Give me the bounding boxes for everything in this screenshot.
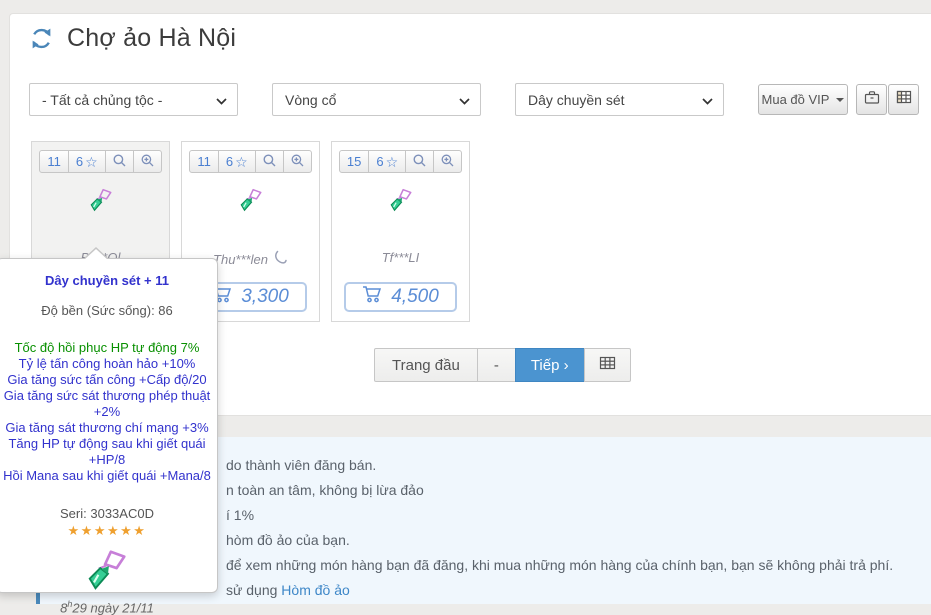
buy-vip-label: Mua đồ VIP bbox=[762, 92, 830, 107]
zoom-in-button[interactable] bbox=[433, 150, 462, 173]
price-value: 3,300 bbox=[241, 286, 289, 308]
info-line: sử dụng Hòm đồ ảo bbox=[226, 578, 921, 603]
item-tooltip: Dây chuyền sét + 11 Độ bền (Sức sống): 8… bbox=[0, 258, 218, 593]
card-toolbar: 11 6☆ bbox=[32, 150, 169, 173]
price-value: 4,500 bbox=[391, 286, 439, 308]
grid-icon bbox=[599, 356, 616, 374]
pagination-grid-button[interactable] bbox=[584, 348, 631, 382]
briefcase-button[interactable] bbox=[856, 84, 887, 115]
race-select[interactable]: - Tất cả chủng tộc - bbox=[29, 83, 238, 116]
type-select[interactable]: Dây chuyền sét bbox=[515, 83, 724, 116]
stat-line: Hồi Mana sau khi giết quái +Mana/8 bbox=[0, 468, 217, 484]
type-select-value: Dây chuyền sét bbox=[528, 92, 625, 108]
upgrade-level-button[interactable]: 15 bbox=[339, 150, 369, 173]
search-icon bbox=[113, 154, 126, 170]
tooltip-serial: Seri: 3033AC0D bbox=[0, 506, 217, 521]
search-button[interactable] bbox=[255, 150, 284, 173]
tooltip-star-rating: ★★★★★★ bbox=[0, 523, 217, 539]
page-header: Chợ ảo Hà Nội bbox=[29, 24, 236, 53]
zoom-in-icon bbox=[291, 154, 304, 170]
chevron-down-icon bbox=[216, 92, 227, 108]
pagination-next-button[interactable]: Tiếp › bbox=[515, 348, 585, 382]
page-title: Chợ ảo Hà Nội bbox=[67, 24, 236, 53]
info-line: hòm đồ ảo của bạn. bbox=[226, 528, 921, 553]
search-button[interactable] bbox=[105, 150, 134, 173]
buy-button[interactable]: 4,500 bbox=[344, 282, 457, 312]
zoom-in-icon bbox=[441, 154, 454, 170]
stat-line: Tăng HP tự động sau khi giết quái +HP/8 bbox=[0, 436, 217, 468]
table-icon bbox=[896, 90, 912, 109]
chevron-down-icon bbox=[459, 92, 470, 108]
virtual-chest-link[interactable]: Hòm đồ ảo bbox=[281, 582, 349, 598]
search-button[interactable] bbox=[405, 150, 434, 173]
stat-line: Gia tăng sát thương chí mạng +3% bbox=[0, 420, 217, 436]
zoom-in-button[interactable] bbox=[283, 150, 312, 173]
upgrade-level-button[interactable]: 11 bbox=[39, 150, 69, 173]
item-card[interactable]: 15 6☆ Tf***LI 4,500 bbox=[331, 141, 470, 322]
caret-down-icon bbox=[836, 98, 844, 102]
tooltip-listing-time: 8h29 ngày 21/11 bbox=[0, 599, 217, 615]
info-line: n toàn an tâm, không bị lừa đảo bbox=[226, 478, 921, 503]
rating-button[interactable]: 6☆ bbox=[218, 150, 256, 173]
zoom-in-icon bbox=[141, 154, 154, 170]
cart-icon bbox=[362, 285, 383, 309]
search-icon bbox=[263, 154, 276, 170]
pagination-first-button[interactable]: Trang đầu bbox=[374, 348, 478, 382]
refresh-icon[interactable] bbox=[29, 26, 54, 51]
zoom-in-button[interactable] bbox=[133, 150, 162, 173]
card-toolbar: 11 6☆ bbox=[182, 150, 319, 173]
stat-line: Tỷ lệ tấn công hoàn hảo +10% bbox=[0, 356, 217, 372]
star-outline-icon: ☆ bbox=[85, 155, 98, 169]
item-image[interactable] bbox=[332, 187, 469, 213]
rating-button[interactable]: 6☆ bbox=[68, 150, 106, 173]
tooltip-item-name: Dây chuyền sét + 11 bbox=[0, 273, 217, 288]
item-image[interactable] bbox=[182, 187, 319, 213]
category-select[interactable]: Vòng cổ bbox=[272, 83, 481, 116]
rating-button[interactable]: 6☆ bbox=[368, 150, 406, 173]
info-line: í 1% bbox=[226, 503, 921, 528]
briefcase-icon bbox=[864, 90, 880, 110]
upgrade-level-button[interactable]: 11 bbox=[189, 150, 219, 173]
card-toolbar: 15 6☆ bbox=[332, 150, 469, 173]
star-outline-icon: ☆ bbox=[386, 155, 399, 169]
tooltip-durability: Độ bền (Sức sống): 86 bbox=[0, 303, 217, 318]
item-image[interactable] bbox=[32, 187, 169, 213]
chevron-down-icon bbox=[702, 92, 713, 108]
seller-name[interactable]: Tf***LI bbox=[332, 250, 469, 265]
star-outline-icon: ☆ bbox=[235, 155, 248, 169]
tooltip-stats: Tốc độ hồi phục HP tự động 7% Tỷ lệ tấn … bbox=[0, 340, 217, 484]
buy-vip-button[interactable]: Mua đồ VIP bbox=[758, 84, 848, 115]
tooltip-item-image bbox=[0, 547, 217, 593]
category-select-value: Vòng cổ bbox=[285, 92, 336, 108]
pagination-current-button[interactable]: - bbox=[477, 348, 516, 382]
race-select-value: - Tất cả chủng tộc - bbox=[42, 92, 162, 108]
info-line: để xem những món hàng bạn đã đăng, khi m… bbox=[226, 553, 921, 578]
stat-line: Gia tăng sức tấn công +Cấp độ/20 bbox=[0, 372, 217, 388]
phone-icon[interactable] bbox=[273, 250, 288, 268]
stat-line: Gia tăng sức sát thương phép thuật +2% bbox=[0, 388, 217, 420]
table-view-button[interactable] bbox=[888, 84, 919, 115]
search-icon bbox=[413, 154, 426, 170]
pagination: Trang đầu - Tiếp › bbox=[374, 348, 631, 382]
stat-line: Tốc độ hồi phục HP tự động 7% bbox=[0, 340, 217, 356]
info-line: do thành viên đăng bán. bbox=[226, 453, 921, 478]
